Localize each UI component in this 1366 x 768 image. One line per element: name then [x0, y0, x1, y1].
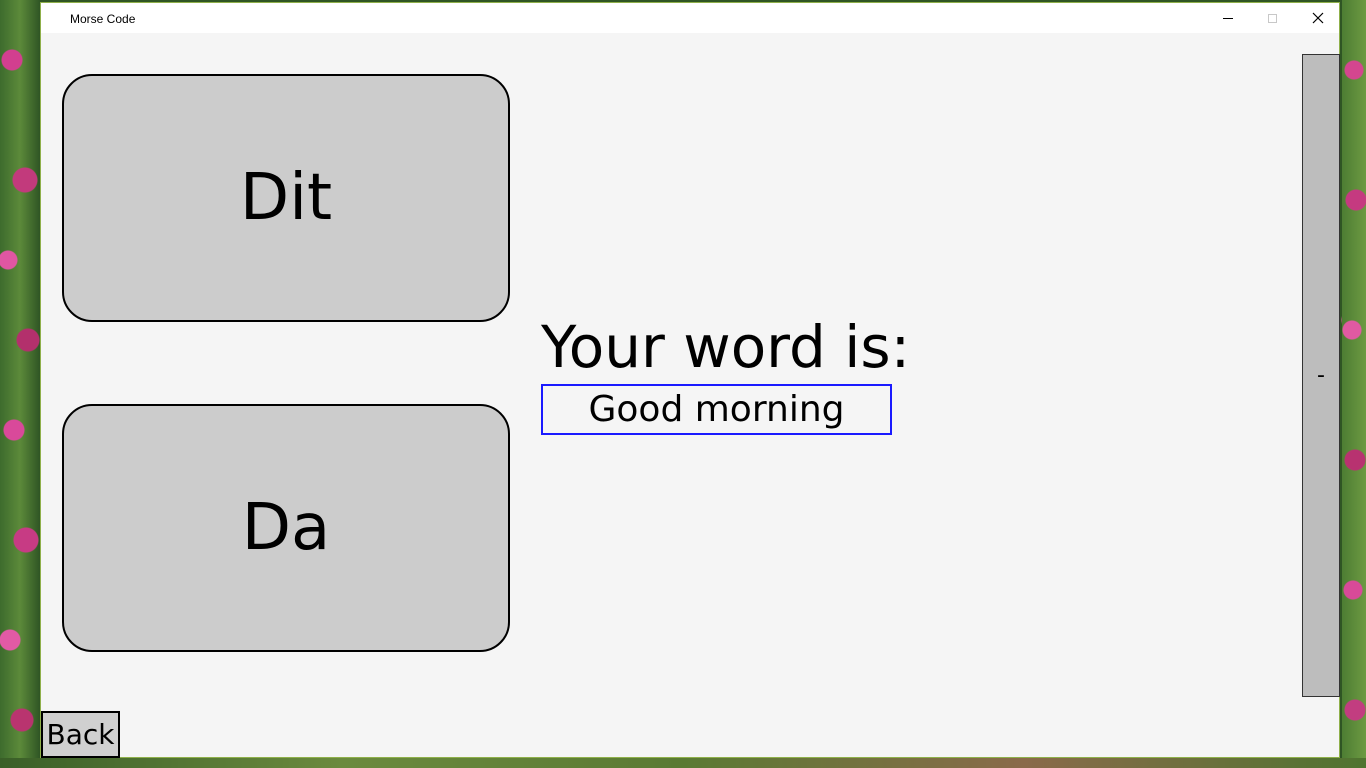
- desktop-wallpaper-right: [1342, 0, 1366, 768]
- word-prompt-label: Your word is:: [541, 313, 911, 381]
- desktop-wallpaper-bottom: [0, 758, 1366, 768]
- morse-output-panel: -: [1302, 54, 1340, 697]
- minimize-icon: [1223, 17, 1233, 19]
- close-icon: [1312, 12, 1324, 24]
- da-button[interactable]: Da: [62, 404, 510, 652]
- dit-button[interactable]: Dit: [62, 74, 510, 322]
- window-title: Morse Code: [70, 12, 136, 26]
- morse-output-text: -: [1317, 363, 1325, 388]
- word-display-text: Good morning: [588, 389, 845, 430]
- maximize-icon: [1267, 13, 1277, 23]
- minimize-button[interactable]: [1205, 3, 1251, 33]
- app-window: Morse Code Dit Da Your word is: Good mor…: [40, 2, 1340, 758]
- maximize-button[interactable]: [1249, 3, 1295, 33]
- main-content: Dit Da Your word is: Good morning - Back: [41, 33, 1340, 758]
- close-button[interactable]: [1295, 3, 1341, 33]
- back-button[interactable]: Back: [41, 711, 120, 758]
- title-bar[interactable]: Morse Code: [41, 3, 1339, 33]
- word-display-box: Good morning: [541, 384, 892, 435]
